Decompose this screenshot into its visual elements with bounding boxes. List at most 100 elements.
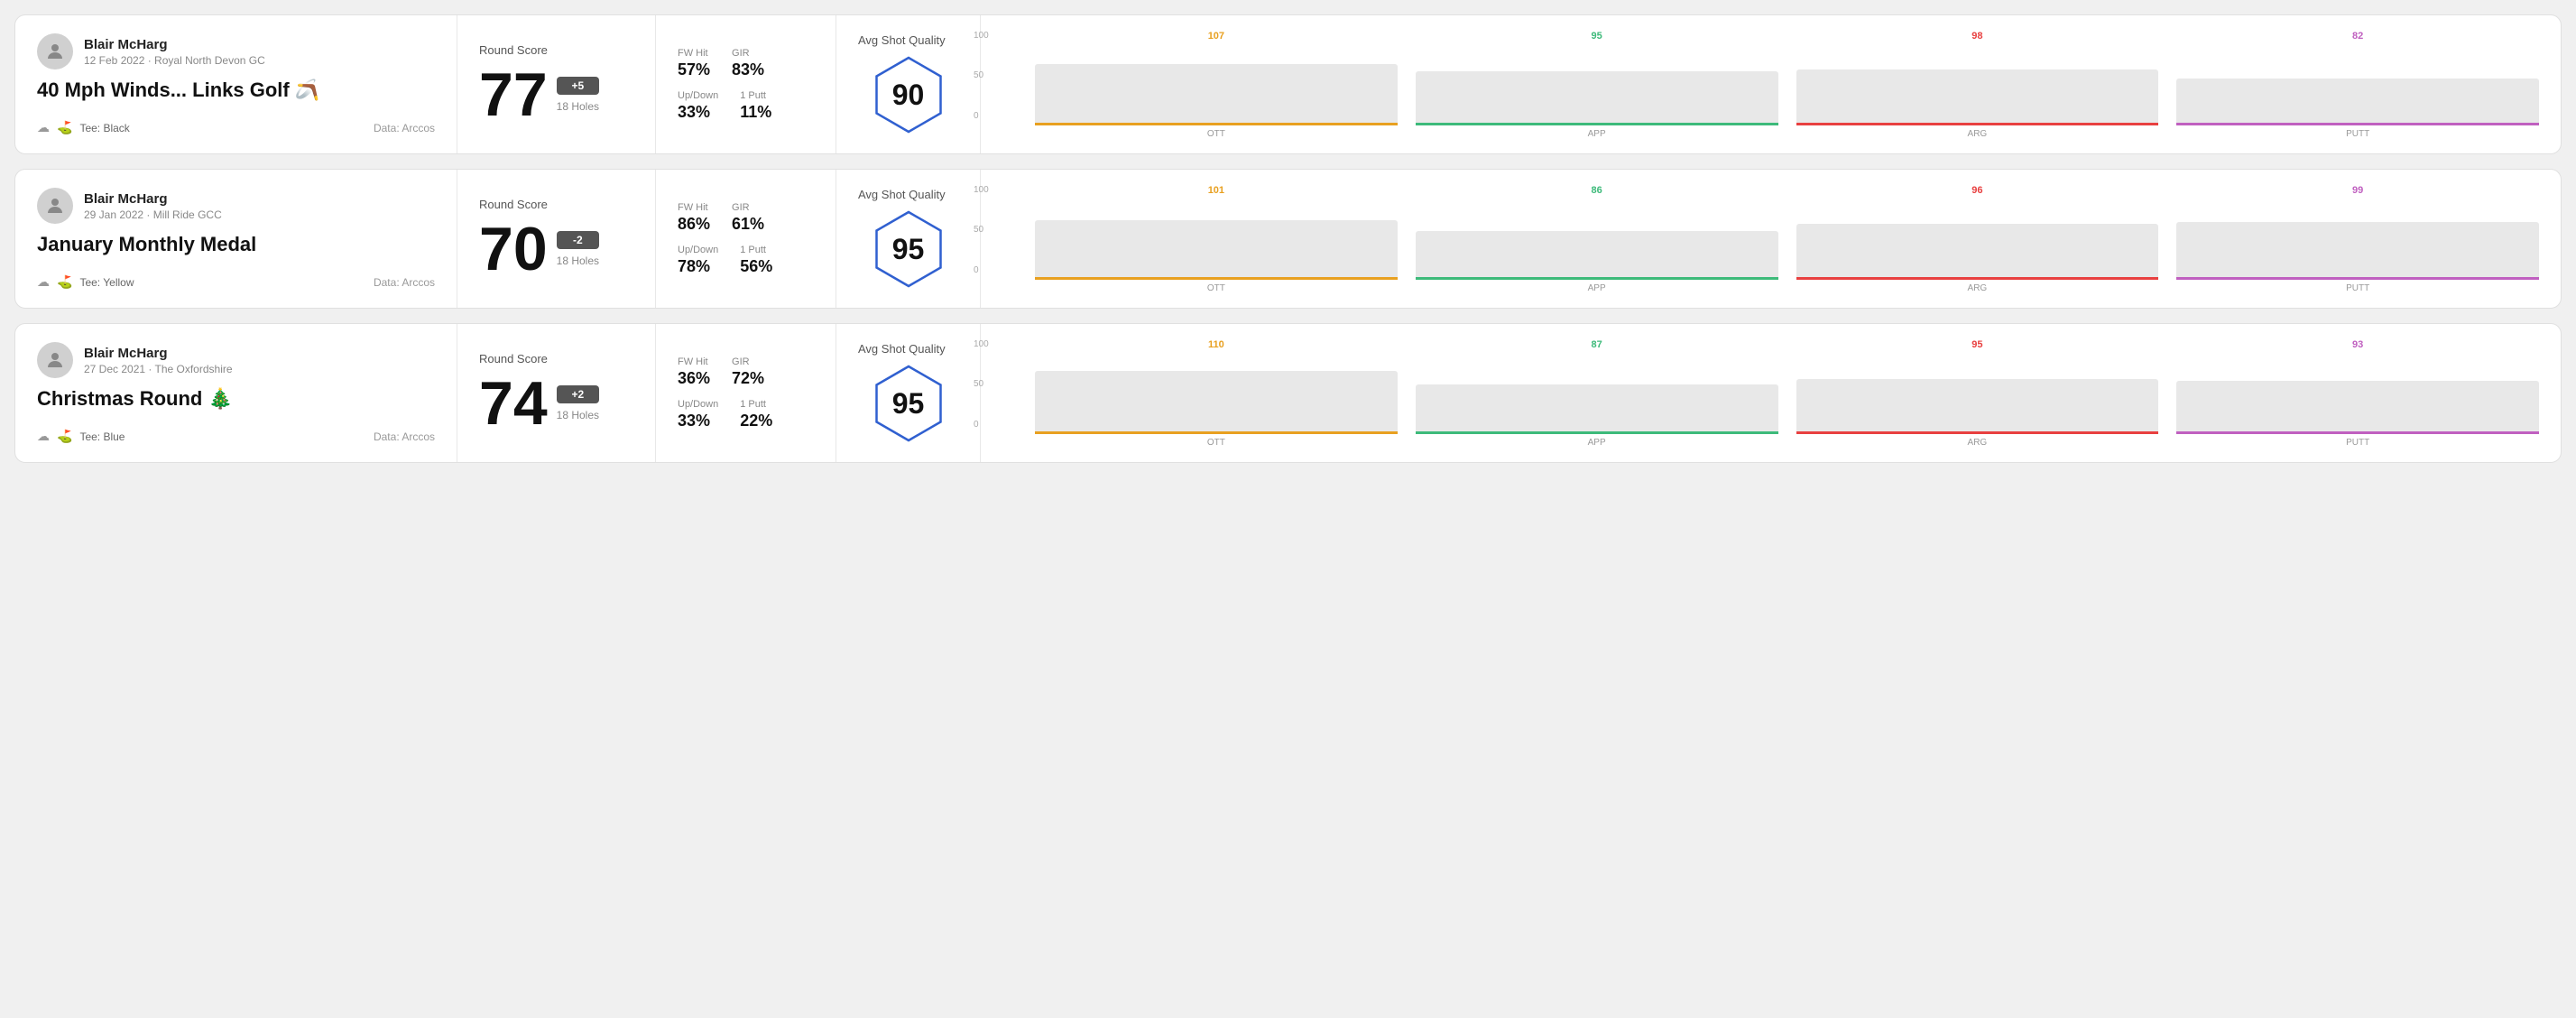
score-badge: +2 18 Holes [557,385,599,421]
chart-container: 100500 101 OTT 86 APP 96 [1002,185,2539,293]
bar-label: OTT [1207,283,1225,293]
weather-icon: ☁ [37,429,50,444]
score-section: Round Score 70 -2 18 Holes [457,170,656,308]
person-icon [44,349,66,371]
bar-group-ott: 101 OTT [1035,185,1398,293]
score-diff: -2 [557,231,599,249]
bar-label: ARG [1968,438,1988,448]
bar-fill-line [1416,277,1778,280]
bar-value-arg: 95 [1971,339,1982,350]
stats-section: FW Hit 36% GIR 72% Up/Down 33% 1 Putt 22… [656,324,836,462]
bar-wrapper [1796,45,2159,125]
chart-section: 100500 110 OTT 87 APP 95 [981,324,2561,462]
bar-group-ott: 107 OTT [1035,31,1398,139]
hexagon-container: 95 [868,208,949,290]
score-diff: +5 [557,77,599,95]
updown-value: 78% [678,257,718,276]
bar-fill-line [1416,431,1778,434]
user-name: Blair McHarg [84,191,222,207]
y-axis-label: 100 [974,31,989,41]
person-icon [44,195,66,217]
fw-hit-value: 57% [678,60,710,79]
user-date: 29 Jan 2022 · Mill Ride GCC [84,208,222,221]
user-name: Blair McHarg [84,37,265,52]
fw-hit-label: FW Hit [678,48,710,59]
updown-stat: Up/Down 78% [678,245,718,276]
score-number: 77 [479,64,548,125]
card-left: Blair McHarg 27 Dec 2021 · The Oxfordshi… [15,324,457,462]
bar-value-app: 86 [1592,185,1602,196]
hexagon-container: 90 [868,54,949,135]
avatar [37,188,73,224]
score-label: Round Score [479,198,633,211]
bar-bg [1796,69,2159,125]
bar-value-app: 95 [1592,31,1602,42]
gir-label: GIR [732,356,764,367]
card-footer: ☁ ⛳ Tee: Black Data: Arccos [37,120,435,135]
bar-value-ott: 107 [1208,31,1224,42]
fw-hit-label: FW Hit [678,356,710,367]
bar-label: PUTT [2346,438,2369,448]
stats-row-bottom: Up/Down 33% 1 Putt 11% [678,90,814,122]
tee-label: Tee: Black [79,122,129,134]
score-diff: +2 [557,385,599,403]
bag-icon: ⛳ [57,274,72,290]
bar-fill-line [2176,277,2539,280]
data-source: Data: Arccos [374,122,435,134]
score-holes: 18 Holes [557,100,599,113]
quality-number: 90 [892,79,925,112]
updown-stat: Up/Down 33% [678,399,718,430]
updown-value: 33% [678,103,718,122]
fw-hit-stat: FW Hit 86% [678,202,710,234]
round-card: Blair McHarg 27 Dec 2021 · The Oxfordshi… [14,323,2562,463]
y-axis-labels: 100500 [974,185,989,275]
oneputt-label: 1 Putt [740,90,771,101]
user-info: Blair McHarg 12 Feb 2022 · Royal North D… [84,37,265,67]
bar-wrapper [1796,354,2159,434]
bar-group-arg: 96 ARG [1796,185,2159,293]
bar-bg [1416,231,1778,280]
bar-fill-line [1035,277,1398,280]
quality-number: 95 [892,387,925,421]
bar-group-putt: 82 PUTT [2176,31,2539,139]
round-card: Blair McHarg 12 Feb 2022 · Royal North D… [14,14,2562,154]
updown-label: Up/Down [678,90,718,101]
updown-label: Up/Down [678,245,718,255]
round-title: Christmas Round 🎄 [37,387,435,411]
data-source: Data: Arccos [374,276,435,289]
quality-number: 95 [892,233,925,266]
bar-fill-line [1035,431,1398,434]
bar-chart: 107 OTT 95 APP 98 ARG [1035,31,2539,139]
gir-value: 61% [732,215,764,234]
bar-bg [1416,384,1778,434]
hexagon-container: 95 [868,363,949,444]
score-badge: -2 18 Holes [557,231,599,267]
tee-info: ☁ ⛳ Tee: Black [37,120,130,135]
card-left: Blair McHarg 12 Feb 2022 · Royal North D… [15,15,457,153]
y-axis-labels: 100500 [974,31,989,121]
card-left: Blair McHarg 29 Jan 2022 · Mill Ride GCC… [15,170,457,308]
oneputt-stat: 1 Putt 11% [740,90,771,122]
quality-section: Avg Shot Quality 95 [836,170,981,308]
bar-wrapper [2176,354,2539,434]
updown-label: Up/Down [678,399,718,410]
y-axis-label: 0 [974,420,989,430]
updown-stat: Up/Down 33% [678,90,718,122]
bag-icon: ⛳ [57,120,72,135]
score-section: Round Score 77 +5 18 Holes [457,15,656,153]
y-axis-label: 50 [974,379,989,389]
y-axis-label: 0 [974,265,989,275]
score-row: 70 -2 18 Holes [479,218,633,280]
bar-label: OTT [1207,438,1225,448]
bar-label: ARG [1968,129,1988,139]
gir-value: 83% [732,60,764,79]
fw-hit-value: 36% [678,369,710,388]
bar-group-app: 87 APP [1416,339,1778,448]
user-info: Blair McHarg 29 Jan 2022 · Mill Ride GCC [84,191,222,221]
user-date: 12 Feb 2022 · Royal North Devon GC [84,54,265,67]
round-card: Blair McHarg 29 Jan 2022 · Mill Ride GCC… [14,169,2562,309]
bar-group-app: 95 APP [1416,31,1778,139]
y-axis-label: 0 [974,111,989,121]
bar-group-arg: 95 ARG [1796,339,2159,448]
bar-fill-line [2176,431,2539,434]
